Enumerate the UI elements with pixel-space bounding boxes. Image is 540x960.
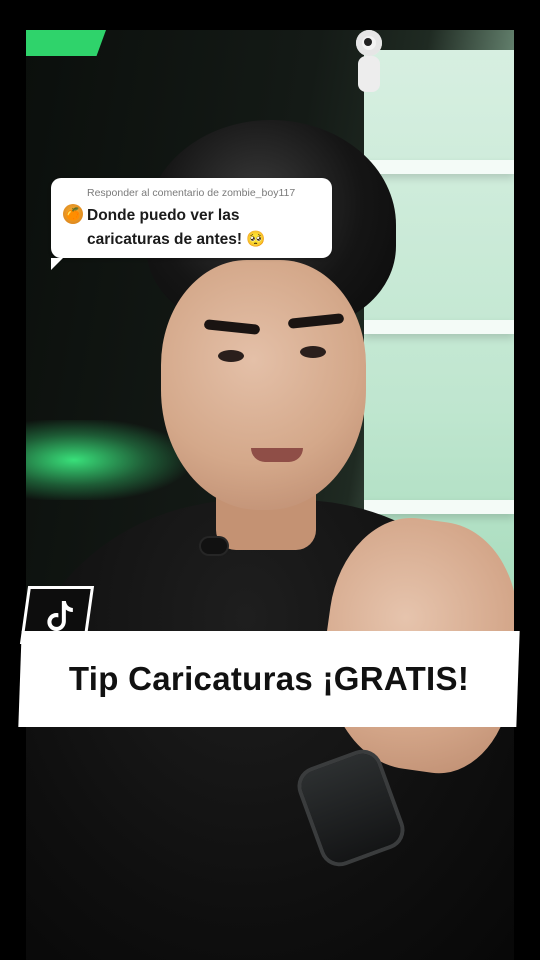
mouth	[251, 448, 303, 462]
comment-text: Donde puedo ver las caricaturas de antes…	[87, 207, 266, 248]
tiktok-icon	[47, 601, 73, 631]
caption-banner: Tip Caricaturas ¡GRATIS!	[18, 631, 520, 727]
presenter	[26, 30, 514, 960]
shirt-button	[201, 538, 227, 554]
reply-label: Responder al comentario de zombie_boy117	[87, 187, 296, 199]
commenter-avatar: 🍊	[63, 204, 83, 224]
caption-text: Tip Caricaturas ¡GRATIS!	[68, 660, 470, 697]
right-eye	[300, 346, 326, 358]
video-frame	[26, 30, 514, 960]
face	[161, 260, 366, 510]
left-eye	[218, 350, 244, 362]
reply-comment-sticker[interactable]: Responder al comentario de zombie_boy117…	[51, 178, 332, 270]
